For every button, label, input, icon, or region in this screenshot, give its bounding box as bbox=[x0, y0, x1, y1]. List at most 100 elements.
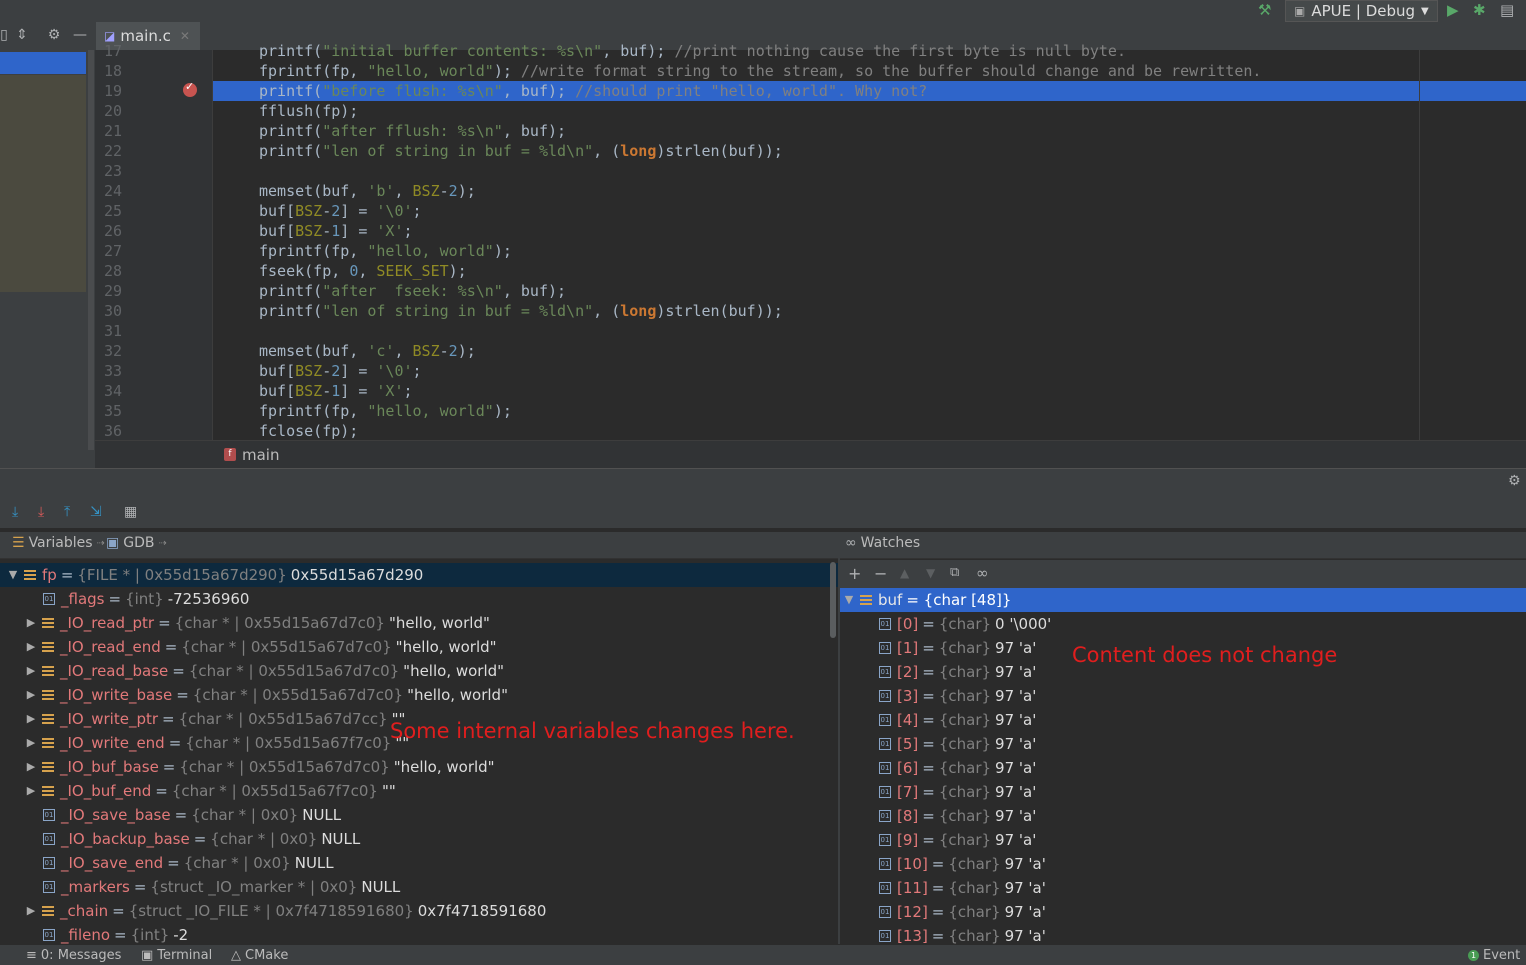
code-line[interactable]: fprintf(fp, "hello, world"); bbox=[259, 401, 512, 421]
watch-row[interactable]: 01 [5] = {char} 97 'a' bbox=[840, 732, 1526, 756]
code-line[interactable]: printf("after fflush: %s\n", buf); bbox=[259, 121, 566, 141]
variable-row[interactable]: 01 _fileno = {int} -2 bbox=[0, 923, 838, 944]
variable-row[interactable]: ▶ _IO_read_end = {char * | 0x55d15a67d7c0} "… bbox=[0, 635, 838, 659]
line-number[interactable]: 26 bbox=[95, 221, 122, 241]
breakpoint-icon[interactable] bbox=[183, 80, 197, 97]
variable-row[interactable]: ▶ _IO_read_ptr = {char * | 0x55d15a67d7c0} "… bbox=[0, 611, 838, 635]
collapsed-arrow-icon[interactable]: ▶ bbox=[24, 659, 38, 683]
line-number[interactable]: 27 bbox=[95, 241, 122, 261]
collapsed-arrow-icon[interactable]: ▶ bbox=[24, 899, 38, 923]
variable-row[interactable]: ▼ fp = {FILE * | 0x55d15a67d290} 0x55d15a67d… bbox=[0, 563, 838, 587]
code-line[interactable]: printf("len of string in buf = %ld\n", (… bbox=[259, 141, 783, 161]
line-number[interactable]: 18 bbox=[95, 61, 122, 81]
project-scrollbar[interactable] bbox=[88, 50, 94, 450]
variables-scrollbar[interactable] bbox=[830, 562, 836, 638]
status-terminal[interactable]: ▣ Terminal bbox=[141, 948, 212, 963]
line-number[interactable]: 33 bbox=[95, 361, 122, 381]
line-number[interactable]: 36 bbox=[95, 421, 122, 441]
code-line[interactable]: buf[BSZ-2] = '\0'; bbox=[259, 201, 422, 221]
watches-tree[interactable]: ▼ buf = {char [48]} 01 [0] = {char} 0 '\000' 01[… bbox=[840, 588, 1526, 944]
line-number[interactable]: 31 bbox=[95, 321, 122, 341]
code-line[interactable]: buf[BSZ-1] = 'X'; bbox=[259, 381, 413, 401]
variable-row[interactable]: ▶ _IO_read_base = {char * | 0x55d15a67d7c0}… bbox=[0, 659, 838, 683]
line-number[interactable]: 35 bbox=[95, 401, 122, 421]
watches-infinity-icon[interactable]: ∞ bbox=[976, 564, 989, 582]
watch-row[interactable]: 01 [6] = {char} 97 'a' bbox=[840, 756, 1526, 780]
code-line[interactable]: fclose(fp); bbox=[259, 421, 358, 441]
run-to-cursor-icon[interactable]: ⇲ bbox=[90, 504, 102, 520]
watch-row[interactable]: 01 [11] = {char} 97 'a' bbox=[840, 876, 1526, 900]
collapsed-arrow-icon[interactable]: ▶ bbox=[24, 683, 38, 707]
run-coverage-icon[interactable]: ▤ bbox=[1500, 1, 1514, 19]
code-line[interactable]: fseek(fp, 0, SEEK_SET); bbox=[259, 261, 467, 281]
collapsed-arrow-icon[interactable]: ▶ bbox=[24, 635, 38, 659]
watch-row[interactable]: 01 [8] = {char} 97 'a' bbox=[840, 804, 1526, 828]
variable-row[interactable]: 01 _IO_save_base = {char * | 0x0} NULL bbox=[0, 803, 838, 827]
line-number[interactable]: 20 bbox=[95, 101, 122, 121]
collapsed-arrow-icon[interactable]: ▶ bbox=[24, 611, 38, 635]
line-number[interactable]: 17 bbox=[95, 41, 122, 61]
variable-row[interactable]: 01 _markers = {struct _IO_marker * | 0x0} NU… bbox=[0, 875, 838, 899]
run-icon[interactable]: ▶ bbox=[1447, 1, 1459, 19]
step-into-icon[interactable]: ⤓ bbox=[38, 504, 44, 520]
project-selected-item[interactable] bbox=[0, 52, 86, 74]
collapsed-arrow-icon[interactable]: ▶ bbox=[24, 731, 38, 755]
expanded-arrow-icon[interactable]: ▼ bbox=[842, 588, 856, 612]
evaluate-expression-icon[interactable]: ▦ bbox=[124, 504, 137, 520]
code-line[interactable]: fflush(fp); bbox=[259, 101, 358, 121]
collapsed-arrow-icon[interactable]: ▶ bbox=[24, 779, 38, 803]
status-messages[interactable]: ≡ 0: Messages bbox=[26, 948, 121, 963]
code-line[interactable]: fprintf(fp, "hello, world"); //write for… bbox=[259, 61, 1261, 81]
code-line[interactable]: printf("before flush: %s\n", buf); //sho… bbox=[259, 81, 927, 101]
code-line[interactable]: printf("after fseek: %s\n", buf); bbox=[259, 281, 566, 301]
step-out-icon[interactable]: ⤒ bbox=[64, 504, 70, 520]
variable-row[interactable]: ▶ _IO_buf_end = {char * | 0x55d15a67f7c0} "" bbox=[0, 779, 838, 803]
variable-row[interactable]: ▶ _IO_write_base = {char * | 0x55d15a67d7c0… bbox=[0, 683, 838, 707]
line-number[interactable]: 28 bbox=[95, 261, 122, 281]
variable-row[interactable]: 01 _IO_save_end = {char * | 0x0} NULL bbox=[0, 851, 838, 875]
variable-row[interactable]: ▶ _chain = {struct _IO_FILE * | 0x7f4718591… bbox=[0, 899, 838, 923]
code-line[interactable]: buf[BSZ-2] = '\0'; bbox=[259, 361, 422, 381]
gear-icon[interactable]: ⚙ bbox=[46, 27, 62, 43]
line-number[interactable]: 21 bbox=[95, 121, 122, 141]
code-line[interactable]: printf("len of string in buf = %ld\n", (… bbox=[259, 301, 783, 321]
copy-icon[interactable]: ⧉ bbox=[950, 565, 959, 580]
line-number[interactable]: 22 bbox=[95, 141, 122, 161]
move-up-icon[interactable]: ▲ bbox=[900, 566, 909, 580]
watch-row[interactable]: 01 [12] = {char} 97 'a' bbox=[840, 900, 1526, 924]
watch-row[interactable]: 01 [9] = {char} 97 'a' bbox=[840, 828, 1526, 852]
code-line[interactable]: printf("initial buffer contents: %s\n", … bbox=[259, 41, 1126, 61]
status-cmake[interactable]: △ CMake bbox=[231, 948, 288, 963]
watch-row[interactable]: 01 [4] = {char} 97 'a' bbox=[840, 708, 1526, 732]
close-icon[interactable]: ✕ bbox=[180, 29, 190, 43]
status-event-log[interactable]: 1 Event bbox=[1468, 948, 1520, 963]
watch-row[interactable]: 01 [0] = {char} 0 '\000' bbox=[840, 612, 1526, 636]
line-number[interactable]: 19 bbox=[95, 81, 122, 101]
project-pane-icon[interactable]: ▯ bbox=[0, 27, 12, 43]
tab-watches[interactable]: ∞ Watches bbox=[845, 535, 920, 551]
step-over-icon[interactable]: ⤓ bbox=[12, 504, 18, 520]
watch-row[interactable]: 01 [13] = {char} 97 'a' bbox=[840, 924, 1526, 944]
breadcrumb-function[interactable]: main bbox=[242, 446, 279, 464]
line-number[interactable]: 30 bbox=[95, 301, 122, 321]
variable-row[interactable]: 01 _flags = {int} -72536960 bbox=[0, 587, 838, 611]
line-number[interactable]: 29 bbox=[95, 281, 122, 301]
variable-row[interactable]: 01 _IO_backup_base = {char * | 0x0} NULL bbox=[0, 827, 838, 851]
expanded-arrow-icon[interactable]: ▼ bbox=[6, 563, 20, 587]
debug-bug-icon[interactable]: ✱ bbox=[1473, 1, 1486, 19]
code-line[interactable]: buf[BSZ-1] = 'X'; bbox=[259, 221, 413, 241]
collapsed-arrow-icon[interactable]: ▶ bbox=[24, 755, 38, 779]
collapse-icon[interactable]: ⇕ bbox=[14, 27, 30, 43]
line-number[interactable]: 23 bbox=[95, 161, 122, 181]
tab-variables[interactable]: ☰ Variables ⇢ bbox=[12, 535, 105, 551]
variables-tree[interactable]: ▼ fp = {FILE * | 0x55d15a67d290} 0x55d15a67d… bbox=[0, 562, 838, 944]
watch-row[interactable]: ▼ buf = {char [48]} bbox=[840, 588, 1526, 612]
watch-row[interactable]: 01 [7] = {char} 97 'a' bbox=[840, 780, 1526, 804]
run-config-select[interactable]: ▣ APUE | Debug ▼ bbox=[1285, 0, 1438, 22]
line-number[interactable]: 32 bbox=[95, 341, 122, 361]
code-line[interactable]: fprintf(fp, "hello, world"); bbox=[259, 241, 512, 261]
gear-icon[interactable]: ⚙ bbox=[1508, 473, 1521, 489]
tab-gdb[interactable]: ▣ GDB ⇢ bbox=[106, 535, 167, 551]
minimize-icon[interactable]: — bbox=[72, 27, 88, 43]
line-number[interactable]: 25 bbox=[95, 201, 122, 221]
